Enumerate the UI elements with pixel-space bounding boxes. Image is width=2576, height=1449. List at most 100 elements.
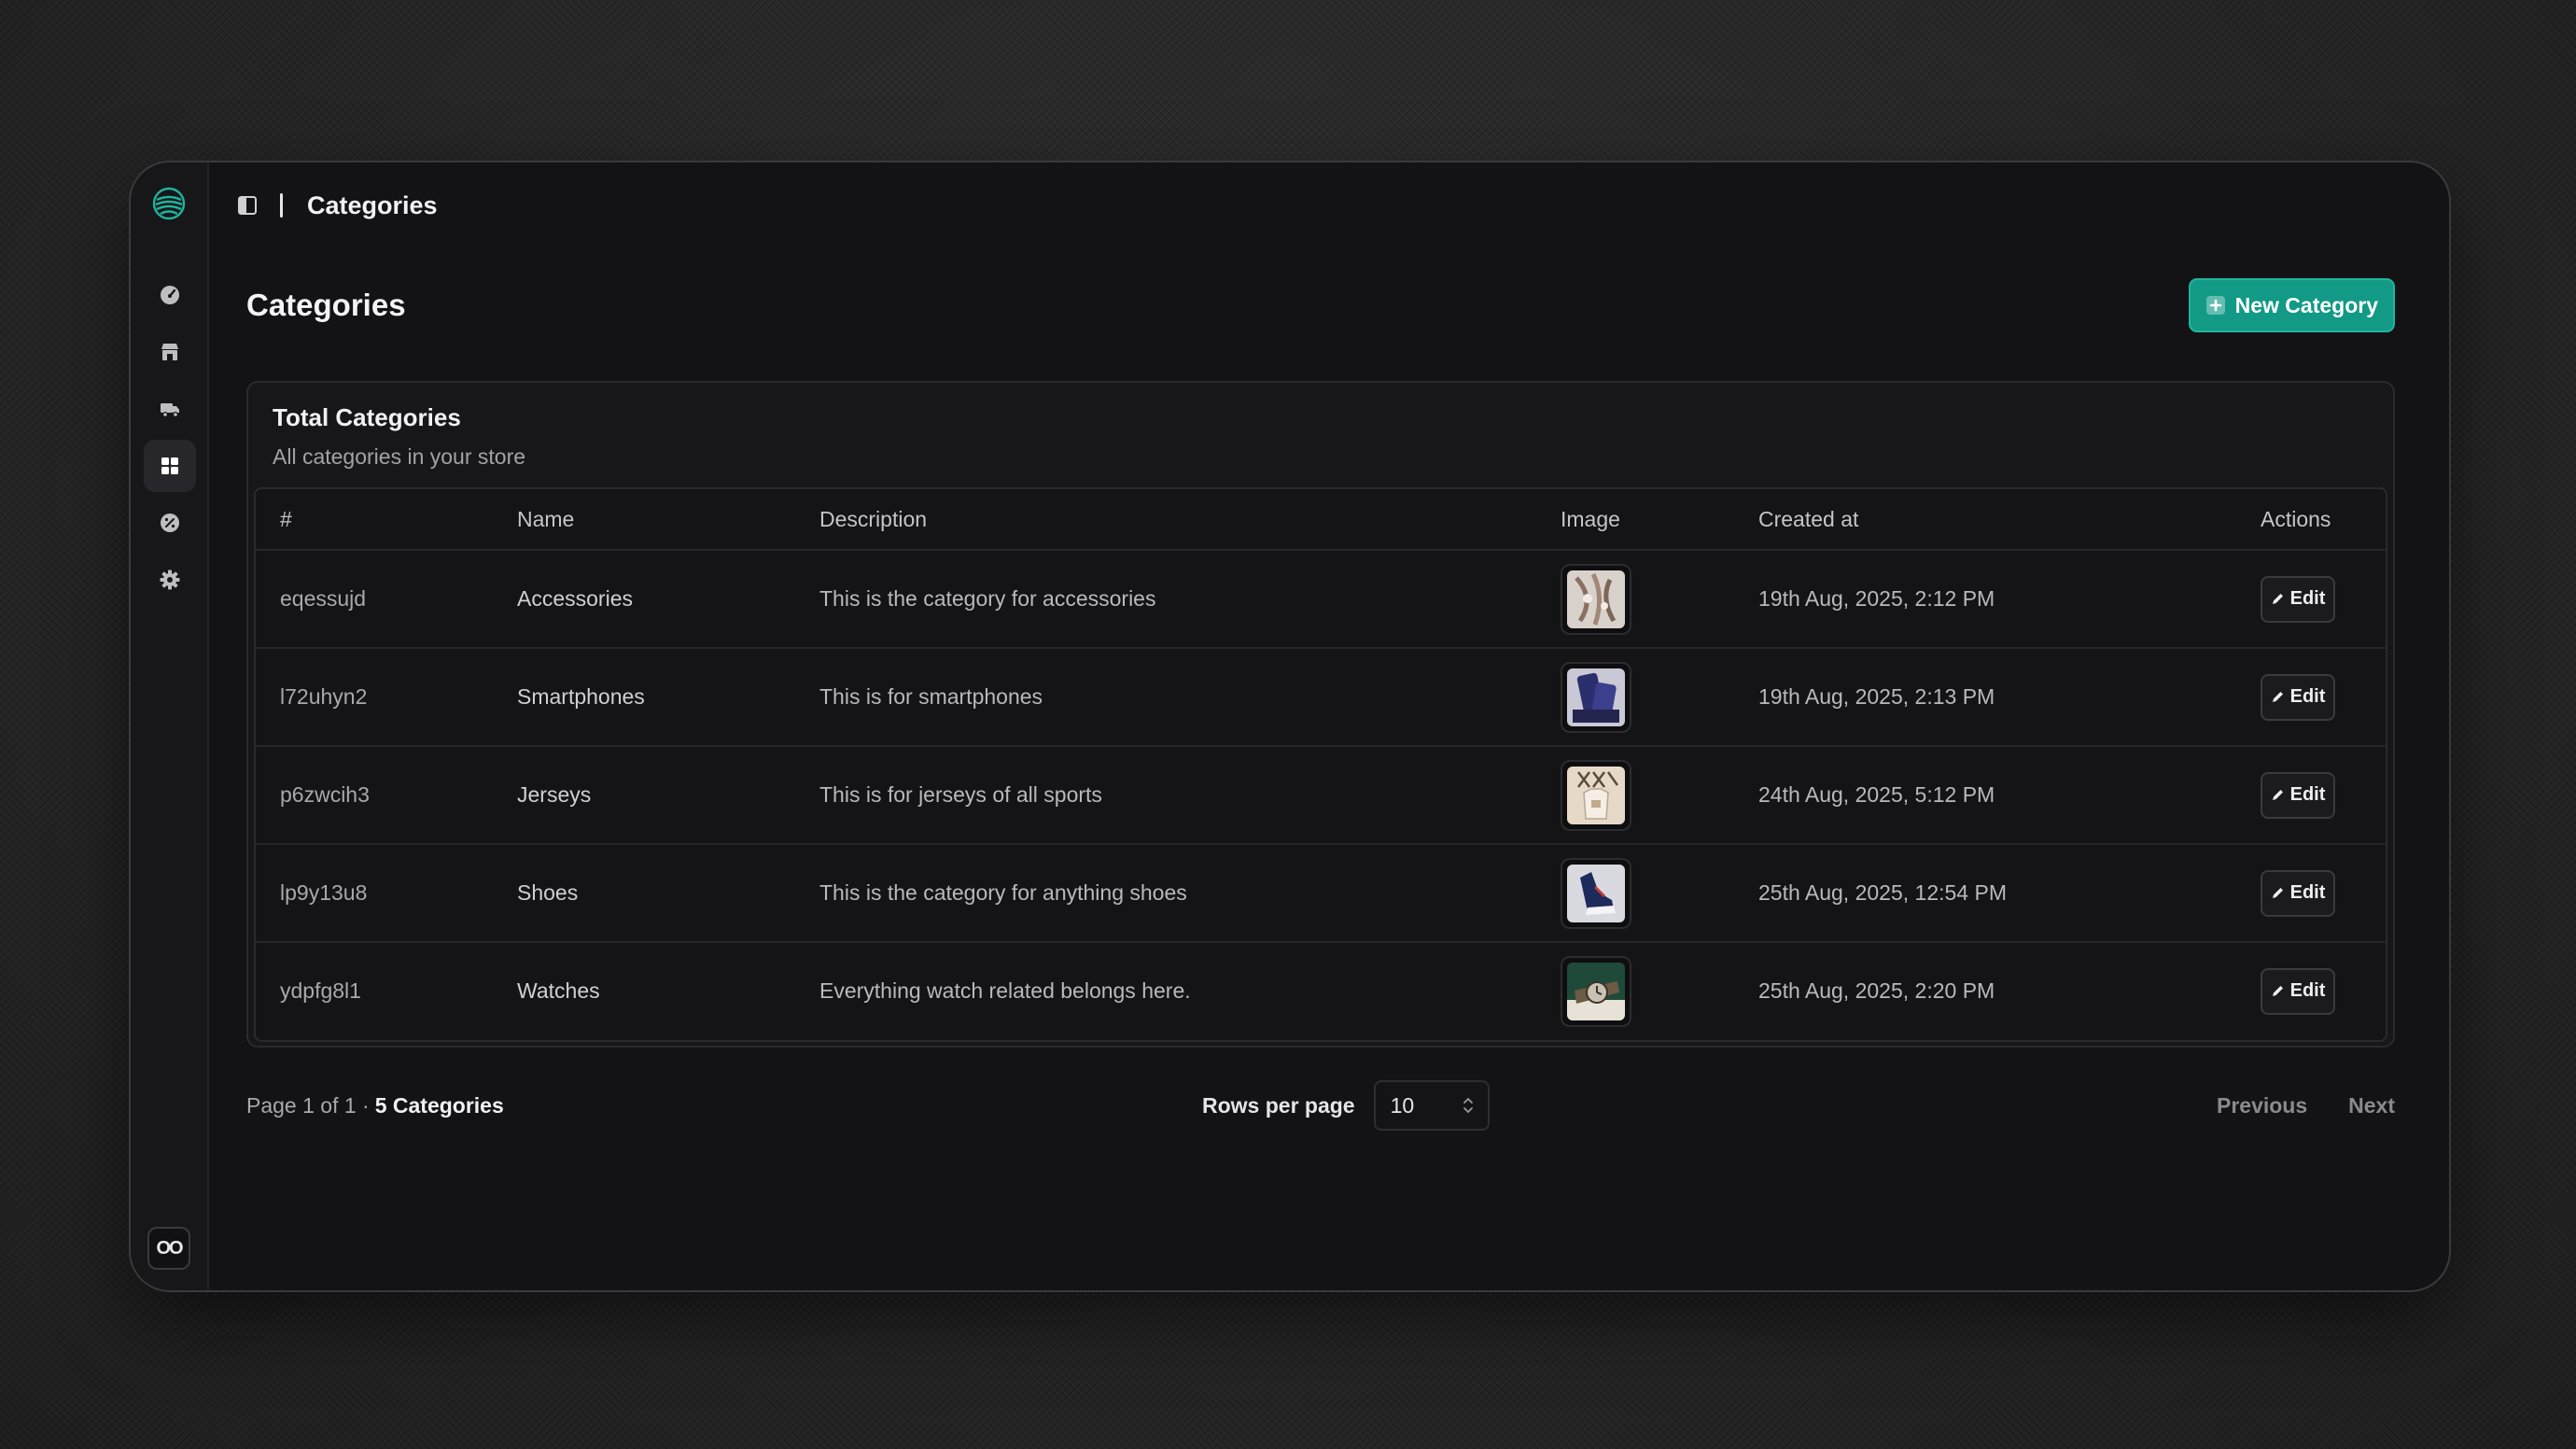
page-title: Categories — [246, 288, 406, 322]
category-name: Smartphones — [517, 684, 645, 709]
actions-cell: Edit — [2261, 551, 2335, 647]
shoes-image-icon — [1567, 864, 1625, 922]
category-id: lp9y13u8 — [280, 880, 368, 905]
pencil-icon — [2272, 888, 2283, 898]
total-count: 5 Categories — [374, 1092, 504, 1118]
pencil-icon — [2272, 986, 2283, 996]
sidebar-item-categories[interactable] — [144, 440, 196, 492]
actions-cell: Edit — [2261, 649, 2335, 745]
edit-label: Edit — [2289, 686, 2326, 707]
image-cell — [1561, 845, 1631, 941]
accessories-image-icon — [1567, 570, 1625, 628]
plus-square-icon — [2205, 296, 2225, 315]
category-name: Jerseys — [517, 782, 592, 807]
category-description: This is for smartphones — [819, 684, 1043, 709]
actions-cell: Edit — [2261, 943, 2335, 1039]
categories-table: # Name Description Image Created at Acti… — [254, 487, 2387, 1042]
chevron-up-down-icon — [1463, 1097, 1473, 1114]
next-button[interactable]: Next — [2348, 1093, 2395, 1118]
category-description: This is the category for anything shoes — [819, 880, 1187, 905]
rows-per-page: Rows per page 10 — [1202, 1077, 1490, 1133]
edit-label: Edit — [2289, 588, 2326, 609]
edit-button[interactable]: Edit — [2261, 771, 2335, 819]
image-cell — [1561, 649, 1631, 745]
category-thumbnail — [1561, 857, 1631, 929]
edit-label: Edit — [2289, 882, 2326, 903]
sidebar-item-store[interactable] — [144, 326, 196, 378]
created-at: 25th Aug, 2025, 2:20 PM — [1758, 978, 1995, 1003]
card-subtitle: All categories in your store — [273, 444, 526, 469]
created-at: 19th Aug, 2025, 2:13 PM — [1758, 684, 1995, 709]
table-row: lp9y13u8 Shoes This is the category for … — [256, 845, 2386, 943]
image-cell — [1561, 943, 1631, 1039]
gear-icon — [160, 570, 180, 590]
user-avatar[interactable]: OO — [147, 1227, 190, 1270]
watches-image-icon — [1567, 962, 1625, 1020]
edit-label: Edit — [2289, 784, 2326, 805]
image-cell — [1561, 747, 1631, 843]
category-name: Watches — [517, 978, 600, 1003]
category-thumbnail — [1561, 759, 1631, 831]
header-id: # — [280, 506, 292, 531]
category-description: This is for jerseys of all sports — [819, 782, 1102, 807]
created-at: 19th Aug, 2025, 2:12 PM — [1758, 586, 1995, 611]
rows-per-page-label: Rows per page — [1202, 1092, 1355, 1118]
category-name: Accessories — [517, 586, 633, 611]
breadcrumb-separator — [280, 193, 283, 218]
sidebar-item-dashboard[interactable] — [144, 269, 196, 321]
header-created: Created at — [1758, 506, 1859, 531]
edit-button[interactable]: Edit — [2261, 869, 2335, 917]
pencil-icon — [2272, 790, 2283, 800]
main-content: Categories Categories New Category Total… — [209, 162, 2449, 1290]
header-actions: Actions — [2261, 506, 2331, 531]
new-category-button[interactable]: New Category — [2188, 278, 2395, 332]
edit-button[interactable]: Edit — [2261, 673, 2335, 721]
header-description: Description — [819, 506, 928, 531]
edit-button[interactable]: Edit — [2261, 967, 2335, 1015]
app-window: OO Categories Categories New Category To… — [129, 161, 2451, 1292]
previous-button[interactable]: Previous — [2217, 1093, 2307, 1118]
truck-icon — [161, 403, 179, 418]
topbar: Categories — [237, 187, 438, 224]
header-name: Name — [517, 506, 575, 531]
edit-label: Edit — [2289, 980, 2326, 1001]
created-at: 25th Aug, 2025, 12:54 PM — [1758, 880, 2007, 905]
table-row: eqessujd Accessories This is the categor… — [256, 551, 2386, 649]
rows-per-page-value: 10 — [1390, 1092, 1415, 1118]
image-cell — [1561, 551, 1631, 647]
created-at: 24th Aug, 2025, 5:12 PM — [1758, 782, 1995, 807]
dashboard-gauge-icon — [161, 286, 179, 304]
sidebar-item-settings[interactable] — [144, 554, 196, 606]
category-name: Shoes — [517, 880, 579, 905]
category-thumbnail — [1561, 955, 1631, 1027]
edit-button[interactable]: Edit — [2261, 575, 2335, 623]
spiral-logo-icon[interactable] — [152, 187, 186, 220]
actions-cell: Edit — [2261, 845, 2335, 941]
page-info: Page 1 of 1 · 5 Categories — [246, 1077, 504, 1133]
category-id: ydpfg8l1 — [280, 978, 361, 1003]
pencil-icon — [2272, 692, 2283, 702]
actions-cell: Edit — [2261, 747, 2335, 843]
sidebar-item-discounts[interactable] — [144, 497, 196, 549]
pagination-footer: Page 1 of 1 · 5 Categories Rows per page… — [246, 1077, 2395, 1133]
category-thumbnail — [1561, 563, 1631, 635]
pencil-icon — [2272, 594, 2283, 604]
category-id: p6zwcih3 — [280, 782, 370, 807]
categories-card: Total Categories All categories in your … — [246, 381, 2395, 1048]
category-id: l72uhyn2 — [280, 684, 368, 709]
table-row: l72uhyn2 Smartphones This is for smartph… — [256, 649, 2386, 747]
pager: Previous Next — [2217, 1077, 2395, 1133]
smartphones-image-icon — [1567, 668, 1625, 726]
rows-per-page-select[interactable]: 10 — [1373, 1080, 1490, 1131]
category-description: Everything watch related belongs here. — [819, 978, 1191, 1003]
page-info-text: Page 1 of 1 · — [246, 1092, 370, 1118]
category-id: eqessujd — [280, 586, 367, 611]
sidebar-toggle-icon[interactable] — [237, 195, 258, 216]
new-category-label: New Category — [2234, 292, 2378, 317]
category-thumbnail — [1561, 661, 1631, 733]
sidebar: OO — [131, 162, 209, 1290]
table-row: ydpfg8l1 Watches Everything watch relate… — [256, 943, 2386, 1039]
jerseys-image-icon — [1567, 766, 1625, 824]
breadcrumb: Categories — [307, 190, 438, 219]
sidebar-item-shipping[interactable] — [144, 383, 196, 435]
